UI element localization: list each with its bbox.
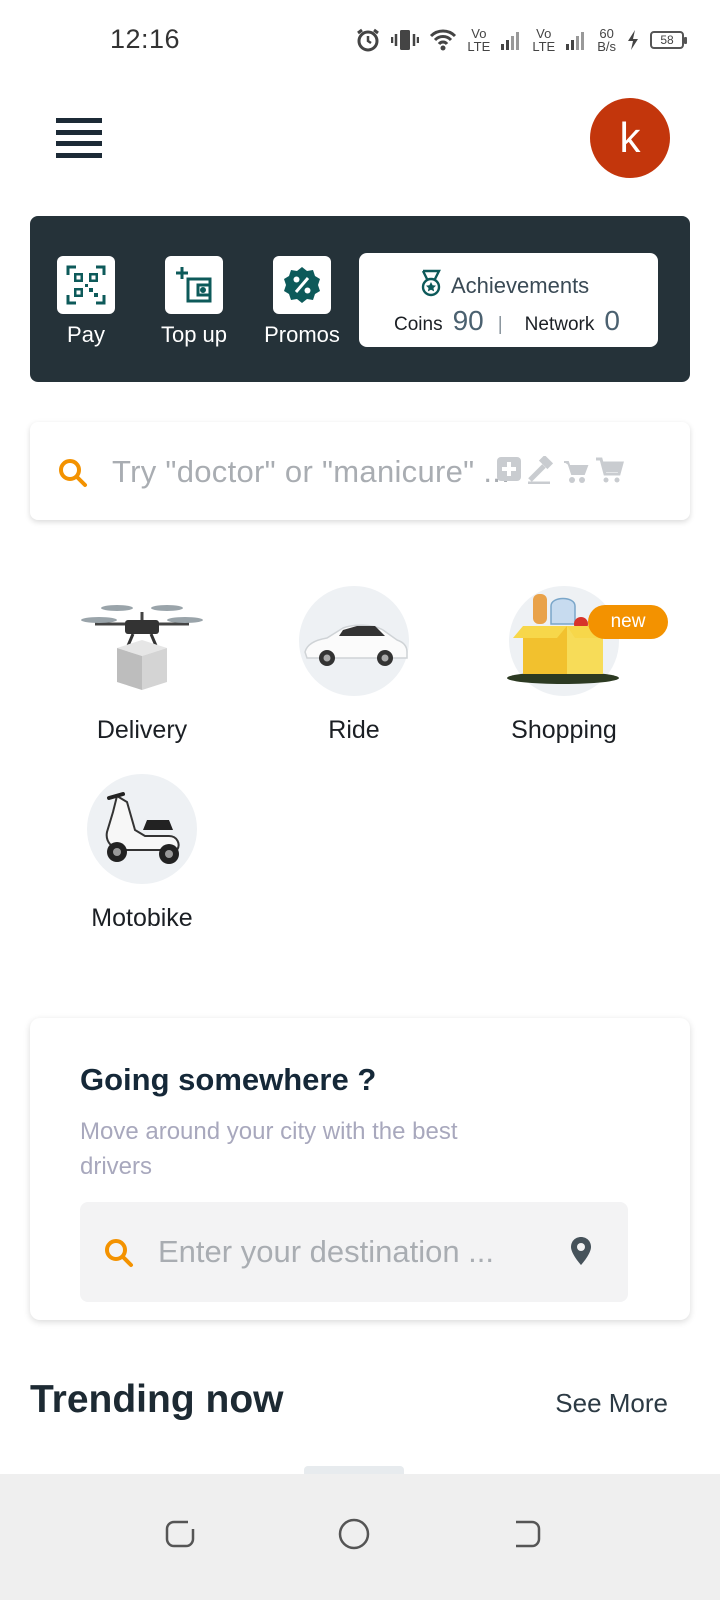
going-subtitle: Move around your city with the best driv… xyxy=(80,1118,458,1180)
trending-carousel-peek xyxy=(304,1466,404,1474)
search-icon xyxy=(58,458,88,493)
back-icon xyxy=(516,1520,541,1548)
pay-label: Pay xyxy=(67,322,105,347)
network-value: 0 xyxy=(604,305,620,336)
signal-icon-2: Vo LTE xyxy=(532,27,555,53)
grocery-box-icon xyxy=(507,586,619,696)
signal-bars-icon-2 xyxy=(565,29,587,51)
pay-button[interactable]: Pay xyxy=(36,256,136,348)
promos-button[interactable]: Promos xyxy=(252,256,352,348)
see-more-link[interactable]: See More xyxy=(555,1388,668,1419)
menu-line xyxy=(56,141,102,147)
search-hint-icons xyxy=(496,456,624,484)
going-title: Going somewhere ? xyxy=(80,1062,377,1097)
signal-bars-icon xyxy=(500,29,522,51)
car-icon xyxy=(299,586,409,696)
wallet-panel: Pay Top up Promos Achievements Coins 90 … xyxy=(30,216,690,382)
net-speed-unit: B/s xyxy=(597,39,616,54)
search-icon xyxy=(104,1238,134,1273)
service-label-motobike: Motobike xyxy=(91,904,193,932)
home-button[interactable] xyxy=(324,1504,384,1564)
net-speed: 60 B/s xyxy=(597,27,616,53)
new-badge: new xyxy=(588,605,668,639)
top-up-button[interactable]: Top up xyxy=(144,256,244,348)
promos-label: Promos xyxy=(264,322,340,347)
search-placeholder: Try "doctor" or "manicure" ... xyxy=(112,454,511,489)
drone-delivery-icon xyxy=(81,586,203,696)
destination-placeholder: Enter your destination ... xyxy=(158,1234,495,1269)
wallet-add-icon xyxy=(165,256,223,314)
service-label-ride: Ride xyxy=(328,716,380,744)
coins-label: Coins xyxy=(394,314,443,335)
top-up-label: Top up xyxy=(160,322,228,347)
service-search-input[interactable]: Try "doctor" or "manicure" ... xyxy=(30,422,690,520)
menu-line xyxy=(56,152,102,158)
medal-icon xyxy=(419,269,443,303)
qr-code-icon xyxy=(57,256,115,314)
lte-label: LTE xyxy=(467,39,491,54)
menu-line xyxy=(56,129,102,135)
avatar[interactable]: k xyxy=(590,98,670,178)
menu-line xyxy=(56,118,102,123)
wifi-icon xyxy=(429,28,457,52)
recents-button[interactable] xyxy=(150,1504,210,1564)
service-label-delivery: Delivery xyxy=(96,716,188,744)
service-delivery[interactable]: Delivery xyxy=(42,586,242,745)
back-button[interactable] xyxy=(496,1504,556,1564)
status-time: 12:16 xyxy=(110,24,181,54)
stats-separator: | xyxy=(497,314,503,335)
medical-cross-icon xyxy=(497,457,521,481)
recents-icon xyxy=(165,1520,195,1548)
cart-icon xyxy=(596,457,624,483)
signal-icon: Vo LTE xyxy=(467,27,490,53)
charging-icon xyxy=(626,29,640,51)
scooter-icon xyxy=(87,774,197,884)
battery-icon: 58 xyxy=(650,31,687,49)
location-pin-icon[interactable] xyxy=(570,1236,592,1271)
alarm-icon xyxy=(355,27,381,53)
hammer-icon xyxy=(528,456,554,484)
home-circle-icon xyxy=(338,1518,370,1550)
achievements-stats: Coins 90 | Network 0 xyxy=(394,305,620,337)
percent-badge-icon xyxy=(273,256,331,314)
service-label-shopping: Shopping xyxy=(511,716,617,744)
system-nav-bar xyxy=(0,1474,720,1600)
status-icons: Vo LTE Vo LTE 60 B/s 58 xyxy=(355,24,687,56)
service-motobike[interactable]: Motobike xyxy=(42,774,242,933)
going-somewhere-card: Going somewhere ? Move around your city … xyxy=(30,1018,690,1320)
stroller-icon xyxy=(564,461,589,483)
status-bar: 12:16 Vo LTE Vo LTE 60 B/s 58 xyxy=(0,0,720,80)
network-label: Network xyxy=(524,314,595,335)
vibrate-icon xyxy=(391,27,420,53)
coins-value: 90 xyxy=(452,305,484,336)
achievements-card[interactable]: Achievements Coins 90 | Network 0 xyxy=(359,253,658,347)
service-ride[interactable]: Ride xyxy=(254,586,454,745)
trending-title: Trending now xyxy=(30,1378,284,1421)
achievements-title: Achievements xyxy=(451,273,590,298)
achievements-header: Achievements xyxy=(419,269,589,303)
lte-label-2: LTE xyxy=(532,39,556,54)
destination-input[interactable]: Enter your destination ... xyxy=(80,1202,628,1302)
menu-button[interactable] xyxy=(56,118,102,158)
